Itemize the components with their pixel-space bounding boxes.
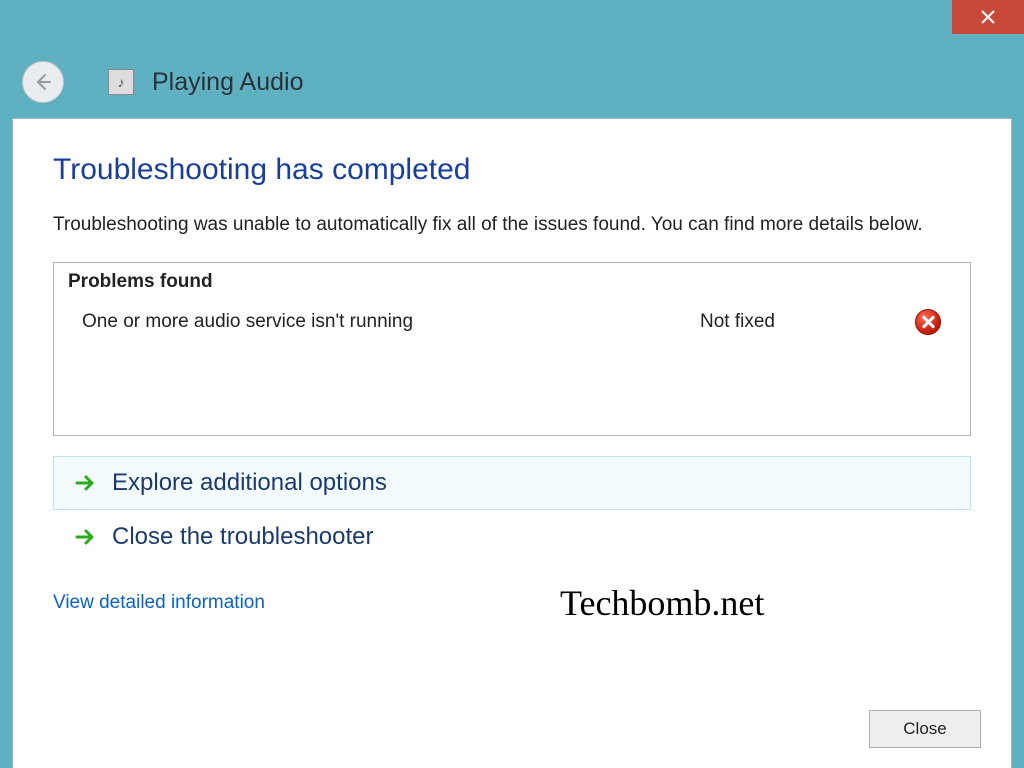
problems-box: Problems found One or more audio service… (53, 262, 971, 436)
window-chrome: ♪ Playing Audio Troubleshooting has comp… (0, 0, 1024, 768)
problem-row[interactable]: One or more audio service isn't running … (54, 299, 970, 335)
option-close-troubleshooter[interactable]: Close the troubleshooter (53, 510, 971, 564)
page-subtext: Troubleshooting was unable to automatica… (53, 211, 971, 240)
window-close-button[interactable] (952, 0, 1024, 34)
close-button[interactable]: Close (869, 710, 981, 748)
back-button[interactable] (22, 61, 64, 103)
problem-status: Not fixed (700, 311, 900, 333)
arrow-right-icon (74, 472, 96, 494)
header-bar: ♪ Playing Audio (12, 52, 1012, 112)
error-icon (915, 309, 941, 335)
close-icon (980, 9, 996, 25)
back-arrow-icon (33, 72, 53, 92)
problems-header: Problems found (54, 263, 970, 299)
page-heading: Troubleshooting has completed (53, 153, 971, 187)
window-title: Playing Audio (152, 68, 304, 97)
problem-status-icon-wrap (900, 309, 956, 335)
app-icon: ♪ (108, 69, 134, 95)
arrow-right-icon (74, 526, 96, 548)
view-detailed-link[interactable]: View detailed information (53, 592, 265, 614)
watermark-text: Techbomb.net (560, 582, 764, 624)
problem-description: One or more audio service isn't running (82, 311, 700, 333)
content-panel: Troubleshooting has completed Troublesho… (12, 118, 1012, 768)
option-label: Close the troubleshooter (112, 523, 374, 551)
option-explore-additional[interactable]: Explore additional options (53, 456, 971, 510)
option-label: Explore additional options (112, 469, 387, 497)
